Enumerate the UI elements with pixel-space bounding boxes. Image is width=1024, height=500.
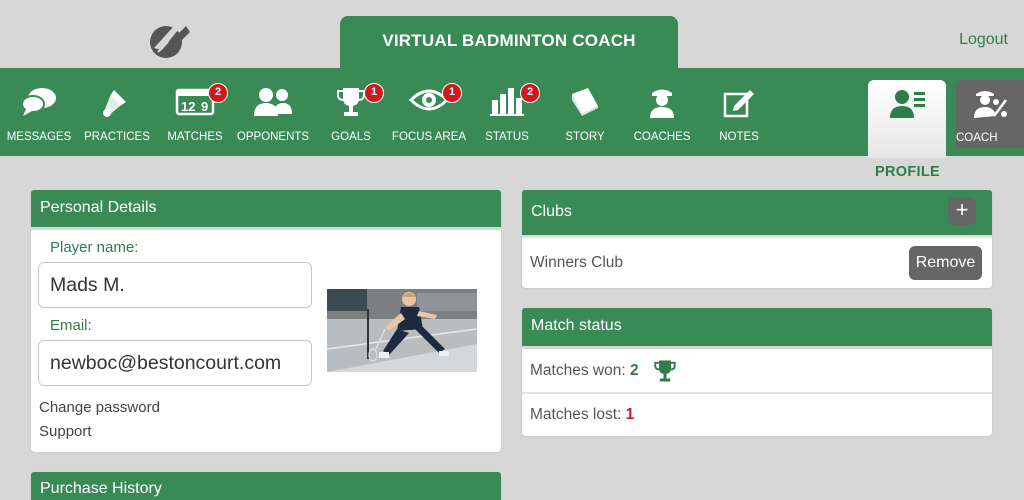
profile-card-icon — [890, 90, 925, 118]
player-name-input[interactable]: Mads M. — [38, 262, 312, 308]
player-name-label: Player name: — [50, 239, 139, 256]
svg-text:12: 12 — [181, 99, 195, 114]
focus-area-badge: 1 — [442, 83, 462, 103]
matches-won-row: Matches won: 2 — [530, 362, 639, 380]
clubs-title: Clubs — [522, 190, 992, 238]
nav-label: COACHES — [633, 131, 691, 143]
shuttlecock-icon — [103, 90, 126, 117]
matches-won-value: 2 — [629, 362, 639, 379]
profile-tab-label: PROFILE — [875, 164, 940, 180]
tab-profile[interactable] — [868, 80, 946, 158]
email-input[interactable]: newboc@bestoncourt.com — [38, 340, 312, 386]
shuttlecock-logo-icon — [148, 20, 192, 60]
tab-coach[interactable]: COACH — [956, 80, 1024, 148]
nav-story[interactable]: STORY — [546, 68, 624, 156]
nav-label: STATUS — [485, 131, 529, 143]
personal-details-title: Personal Details — [31, 190, 501, 230]
nav-matches[interactable]: 12 9 2 MATCHES — [156, 68, 234, 156]
status-badge: 2 — [520, 83, 540, 103]
trophy-icon — [654, 360, 676, 382]
nav-notes[interactable]: NOTES — [700, 68, 778, 156]
nav-label: NOTES — [719, 131, 759, 143]
goals-badge: 1 — [364, 83, 384, 103]
svg-text:9: 9 — [201, 99, 208, 114]
personal-details-panel: Personal Details Player name: Mads M. Em… — [31, 190, 501, 452]
note-edit-icon — [723, 90, 754, 118]
remove-club-button[interactable]: Remove — [909, 246, 982, 280]
logout-link[interactable]: Logout — [959, 31, 1008, 49]
matches-badge: 2 — [208, 83, 228, 103]
nav-label: OPPONENTS — [236, 131, 310, 143]
purchase-history-panel: Purchase History — [31, 472, 501, 500]
matches-won-label: Matches won: — [530, 362, 626, 379]
player-photo — [327, 289, 477, 372]
clubs-divider — [522, 236, 992, 238]
clubs-panel: Clubs + Winners Club Remove — [522, 190, 992, 288]
nav-label: PRACTICES — [84, 131, 150, 143]
coach-tab-label: COACH — [956, 132, 998, 144]
speech-bubble-icon — [21, 88, 56, 116]
add-club-button[interactable]: + — [948, 197, 976, 225]
match-status-panel: Match status Matches won: 2 Matches lost… — [522, 308, 992, 436]
nav-label: STORY — [565, 131, 605, 143]
nav-label: FOCUS AREA — [391, 131, 467, 143]
nav-opponents[interactable]: OPPONENTS — [234, 68, 312, 156]
row-divider — [522, 392, 992, 394]
nav-label: MESSAGES — [6, 131, 72, 143]
nav-status[interactable]: 2 STATUS — [468, 68, 546, 156]
match-status-title: Match status — [522, 308, 992, 349]
nav-label: GOALS — [331, 131, 371, 143]
support-link[interactable]: Support — [39, 423, 92, 440]
nav-goals[interactable]: 1 GOALS — [312, 68, 390, 156]
change-password-link[interactable]: Change password — [39, 399, 160, 416]
nav-coaches[interactable]: COACHES — [624, 68, 700, 156]
matches-lost-label: Matches lost: — [530, 406, 622, 423]
club-name: Winners Club — [530, 254, 624, 271]
trophy-icon — [337, 88, 365, 116]
coach-percent-icon — [974, 91, 1007, 118]
users-icon — [254, 88, 292, 116]
purchase-history-title: Purchase History — [31, 472, 501, 500]
app-title: VIRTUAL BADMINTON COACH — [340, 16, 678, 72]
email-label: Email: — [50, 317, 92, 334]
book-icon — [572, 88, 598, 116]
nav-practices[interactable]: PRACTICES — [78, 68, 156, 156]
nav-messages[interactable]: MESSAGES — [0, 68, 78, 156]
nav-focus-area[interactable]: 1 FOCUS AREA — [390, 68, 468, 156]
coach-icon — [650, 89, 674, 118]
nav-label: MATCHES — [167, 131, 223, 143]
matches-lost-value: 1 — [625, 406, 635, 423]
matches-lost-row: Matches lost: 1 — [530, 406, 634, 424]
